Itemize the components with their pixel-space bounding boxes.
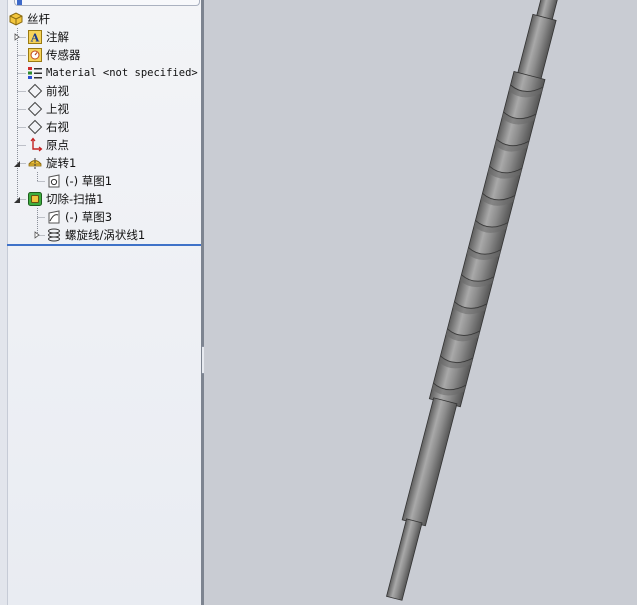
rollback-bar[interactable] <box>7 244 201 246</box>
tree-item-cut-sweep[interactable]: 切除-扫描1 <box>27 190 103 208</box>
tree-item-revolve[interactable]: 旋转1 <box>27 154 76 172</box>
sketch-icon <box>48 210 60 224</box>
tree-item-label: 注解 <box>46 30 69 44</box>
revolve-icon <box>28 158 42 170</box>
expand-arrow-icon[interactable] <box>13 33 21 41</box>
tree-root-label: 丝杆 <box>27 12 50 26</box>
svg-text:A: A <box>30 32 40 45</box>
tree-item-label: 上视 <box>46 102 69 116</box>
tree-item-sketch3[interactable]: (-) 草图3 <box>46 208 112 226</box>
tree-item-sketch1[interactable]: (-) 草图1 <box>46 172 112 190</box>
tree-item-label: 螺旋线/涡状线1 <box>65 228 146 242</box>
filter-icon[interactable] <box>17 0 22 5</box>
tree-item-label: 旋转1 <box>46 156 77 170</box>
material-icon <box>28 67 42 79</box>
tree-item-annotations[interactable]: A 注解 <box>27 28 69 46</box>
annotations-icon: A <box>28 30 42 45</box>
sketch-icon <box>48 174 60 188</box>
screw-rod-model[interactable] <box>204 0 637 605</box>
tree-item-label: 前视 <box>46 84 69 98</box>
helix-icon <box>48 228 60 242</box>
expand-arrow-icon[interactable] <box>33 231 41 239</box>
panel-top-tab[interactable] <box>14 0 200 6</box>
tree-item-front-plane[interactable]: 前视 <box>27 82 69 100</box>
plane-icon <box>27 101 43 117</box>
tree-item-label: (-) 草图1 <box>65 174 113 188</box>
plane-icon <box>27 83 43 99</box>
tree-item-right-plane[interactable]: 右视 <box>27 118 69 136</box>
tree-item-label: 切除-扫描1 <box>46 192 104 206</box>
tree-item-label: 右视 <box>46 120 69 134</box>
tree-item-sensors[interactable]: 传感器 <box>27 46 81 64</box>
tree-item-label: 传感器 <box>46 48 81 62</box>
origin-icon <box>30 137 43 152</box>
part-icon <box>9 12 23 26</box>
feature-manager-panel: 丝杆 A 注解 传感器 Material <not specified> 前视 … <box>0 0 201 605</box>
graphics-viewport[interactable] <box>204 0 637 605</box>
tree-item-origin[interactable]: 原点 <box>27 136 69 154</box>
tree-item-label: 原点 <box>46 138 69 152</box>
panel-left-strip <box>0 0 8 605</box>
collapse-arrow-icon[interactable] <box>13 160 21 168</box>
tree-item-label: (-) 草图3 <box>65 210 113 224</box>
plane-icon <box>27 119 43 135</box>
cut-sweep-icon <box>28 192 42 206</box>
tree-item-top-plane[interactable]: 上视 <box>27 100 69 118</box>
collapse-arrow-icon[interactable] <box>13 196 21 204</box>
tree-root-part[interactable]: 丝杆 <box>8 10 50 28</box>
tree-item-label: Material <not specified> <box>46 67 198 79</box>
sensors-icon <box>28 48 42 62</box>
tree-item-material[interactable]: Material <not specified> <box>27 64 198 82</box>
tree-item-helix[interactable]: 螺旋线/涡状线1 <box>46 226 145 244</box>
